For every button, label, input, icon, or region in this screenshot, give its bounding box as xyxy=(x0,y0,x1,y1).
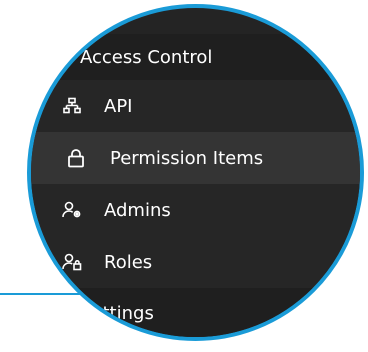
section-title: Access Control xyxy=(80,46,213,68)
section-access-control[interactable]: Access Control xyxy=(31,34,360,80)
magnifier-circle: Access Control API Permission Items Admi… xyxy=(27,4,364,341)
sidebar-item-roles[interactable]: Roles xyxy=(31,236,360,288)
sidebar-item-admins[interactable]: Admins xyxy=(31,184,360,236)
sidebar-item-label: Admins xyxy=(104,199,171,221)
user-lock-icon xyxy=(62,252,82,272)
section-settings[interactable]: Settings xyxy=(31,288,360,337)
sidebar-item-permission-items[interactable]: Permission Items xyxy=(31,132,360,184)
zoom-callout: Access Control API Permission Items Admi… xyxy=(0,0,368,352)
user-gear-icon xyxy=(62,200,82,220)
sidebar-item-label: Roles xyxy=(104,251,153,273)
sitemap-icon xyxy=(62,96,82,116)
section-title: Settings xyxy=(80,302,154,324)
sidebar-menu: Access Control API Permission Items Admi… xyxy=(31,8,360,337)
lock-icon xyxy=(66,148,86,168)
sidebar-item-api[interactable]: API xyxy=(31,80,360,132)
sidebar-item-label: Permission Items xyxy=(110,147,264,169)
sidebar-item-label: API xyxy=(104,95,133,117)
